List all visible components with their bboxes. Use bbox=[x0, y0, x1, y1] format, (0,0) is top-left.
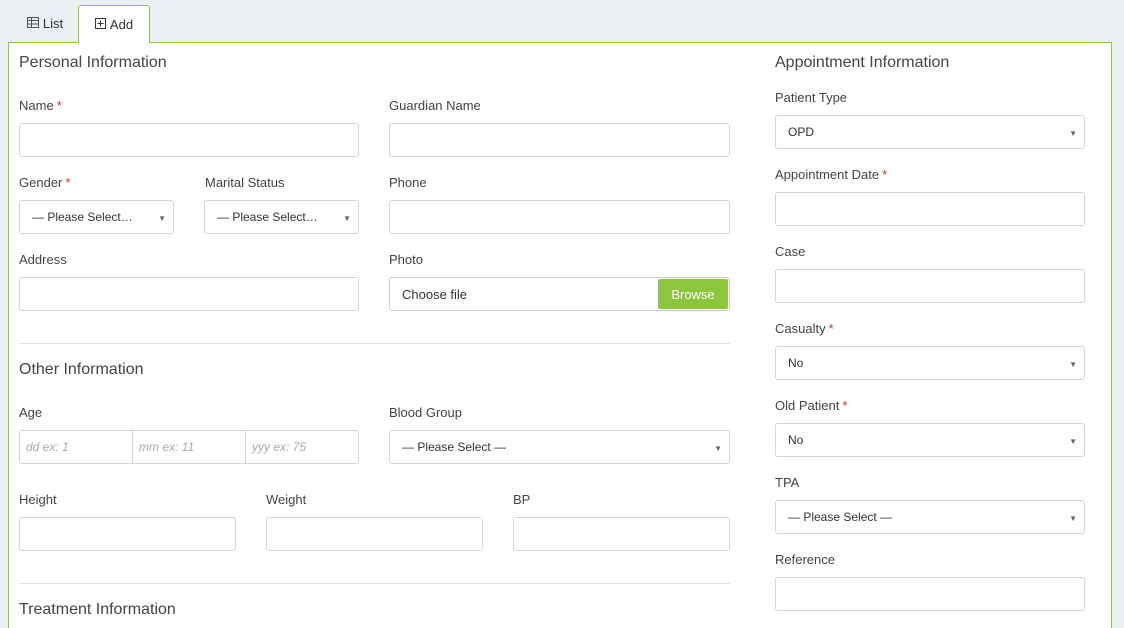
other-section-title: Other Information bbox=[19, 361, 144, 378]
blood-group-value: — Please Select — bbox=[402, 440, 507, 454]
age-month-input[interactable]: mm ex: 11 bbox=[133, 431, 246, 463]
appointment-section-title: Appointment Information bbox=[775, 54, 950, 71]
phone-input[interactable] bbox=[389, 200, 730, 234]
casualty-label: Casualty * bbox=[775, 321, 834, 336]
caret-down-icon: ▼ bbox=[714, 444, 722, 453]
choose-file-text: Choose file bbox=[402, 286, 468, 302]
photo-file-input[interactable]: Choose file Browse bbox=[389, 277, 730, 311]
section-divider bbox=[19, 583, 730, 584]
casualty-select[interactable]: No ▼ bbox=[775, 346, 1085, 380]
browse-button[interactable]: Browse bbox=[658, 279, 728, 309]
required-mark: * bbox=[65, 175, 71, 190]
address-label: Address bbox=[19, 252, 67, 267]
tpa-label: TPA bbox=[775, 475, 800, 490]
blood-group-select[interactable]: — Please Select — ▼ bbox=[389, 430, 730, 464]
tpa-select[interactable]: — Please Select — ▼ bbox=[775, 500, 1085, 534]
required-mark: * bbox=[882, 167, 888, 182]
bp-input[interactable] bbox=[513, 517, 730, 551]
caret-down-icon: ▼ bbox=[343, 214, 351, 223]
personal-section-title: Personal Information bbox=[19, 54, 167, 71]
old-patient-label: Old Patient * bbox=[775, 398, 848, 413]
blood-group-label: Blood Group bbox=[389, 405, 462, 420]
reference-label: Reference bbox=[775, 552, 835, 567]
caret-down-icon: ▼ bbox=[1069, 360, 1077, 369]
photo-label: Photo bbox=[389, 252, 423, 267]
patient-type-label: Patient Type bbox=[775, 90, 848, 105]
tab-add[interactable]: Add bbox=[78, 5, 150, 43]
tab-list[interactable]: List bbox=[14, 5, 76, 42]
treatment-section-title: Treatment Information bbox=[19, 601, 176, 618]
guardian-name-label: Guardian Name bbox=[389, 98, 481, 113]
age-year-input[interactable]: yyy ex: 75 bbox=[246, 431, 358, 463]
name-input[interactable] bbox=[19, 123, 359, 157]
appointment-date-input[interactable] bbox=[775, 192, 1085, 226]
required-mark: * bbox=[56, 98, 62, 113]
table-icon bbox=[26, 16, 39, 31]
required-mark: * bbox=[828, 321, 834, 336]
caret-down-icon: ▼ bbox=[1069, 129, 1077, 138]
patient-type-value: OPD bbox=[788, 125, 815, 139]
section-divider bbox=[19, 343, 730, 344]
case-label: Case bbox=[775, 244, 806, 259]
casualty-value: No bbox=[788, 356, 804, 370]
appointment-date-label: Appointment Date * bbox=[775, 167, 888, 182]
reference-input[interactable] bbox=[775, 577, 1085, 611]
caret-down-icon: ▼ bbox=[1069, 514, 1077, 523]
address-input[interactable] bbox=[19, 277, 359, 311]
patient-type-select[interactable]: OPD ▼ bbox=[775, 115, 1085, 149]
age-day-input[interactable]: dd ex: 1 bbox=[20, 431, 133, 463]
old-patient-value: No bbox=[788, 433, 804, 447]
marital-status-label: Marital Status bbox=[205, 175, 285, 190]
guardian-name-input[interactable] bbox=[389, 123, 730, 157]
height-input[interactable] bbox=[19, 517, 236, 551]
age-label: Age bbox=[19, 405, 43, 420]
plus-square-icon bbox=[94, 17, 106, 32]
case-input[interactable] bbox=[775, 269, 1085, 303]
height-label: Height bbox=[19, 492, 57, 507]
tab-list-label: List bbox=[42, 16, 64, 31]
name-label: Name * bbox=[19, 98, 62, 113]
age-input-group: dd ex: 1 mm ex: 11 yyy ex: 75 bbox=[19, 430, 359, 464]
old-patient-select[interactable]: No ▼ bbox=[775, 423, 1085, 457]
required-mark: * bbox=[842, 398, 848, 413]
form-panel: Personal Information Name * Guardian Name… bbox=[8, 42, 1112, 628]
weight-label: Weight bbox=[266, 492, 307, 507]
bp-label: BP bbox=[513, 492, 531, 507]
gender-select-value: — Please Select… bbox=[32, 210, 133, 224]
tpa-value: — Please Select — bbox=[788, 510, 893, 524]
tab-add-label: Add bbox=[109, 17, 134, 32]
caret-down-icon: ▼ bbox=[1069, 437, 1077, 446]
phone-label: Phone bbox=[389, 175, 427, 190]
caret-down-icon: ▼ bbox=[158, 214, 166, 223]
marital-select-value: — Please Select… bbox=[217, 210, 318, 224]
marital-status-select[interactable]: — Please Select… ▼ bbox=[204, 200, 359, 234]
gender-select[interactable]: — Please Select… ▼ bbox=[19, 200, 174, 234]
gender-label: Gender * bbox=[19, 175, 71, 190]
weight-input[interactable] bbox=[266, 517, 483, 551]
